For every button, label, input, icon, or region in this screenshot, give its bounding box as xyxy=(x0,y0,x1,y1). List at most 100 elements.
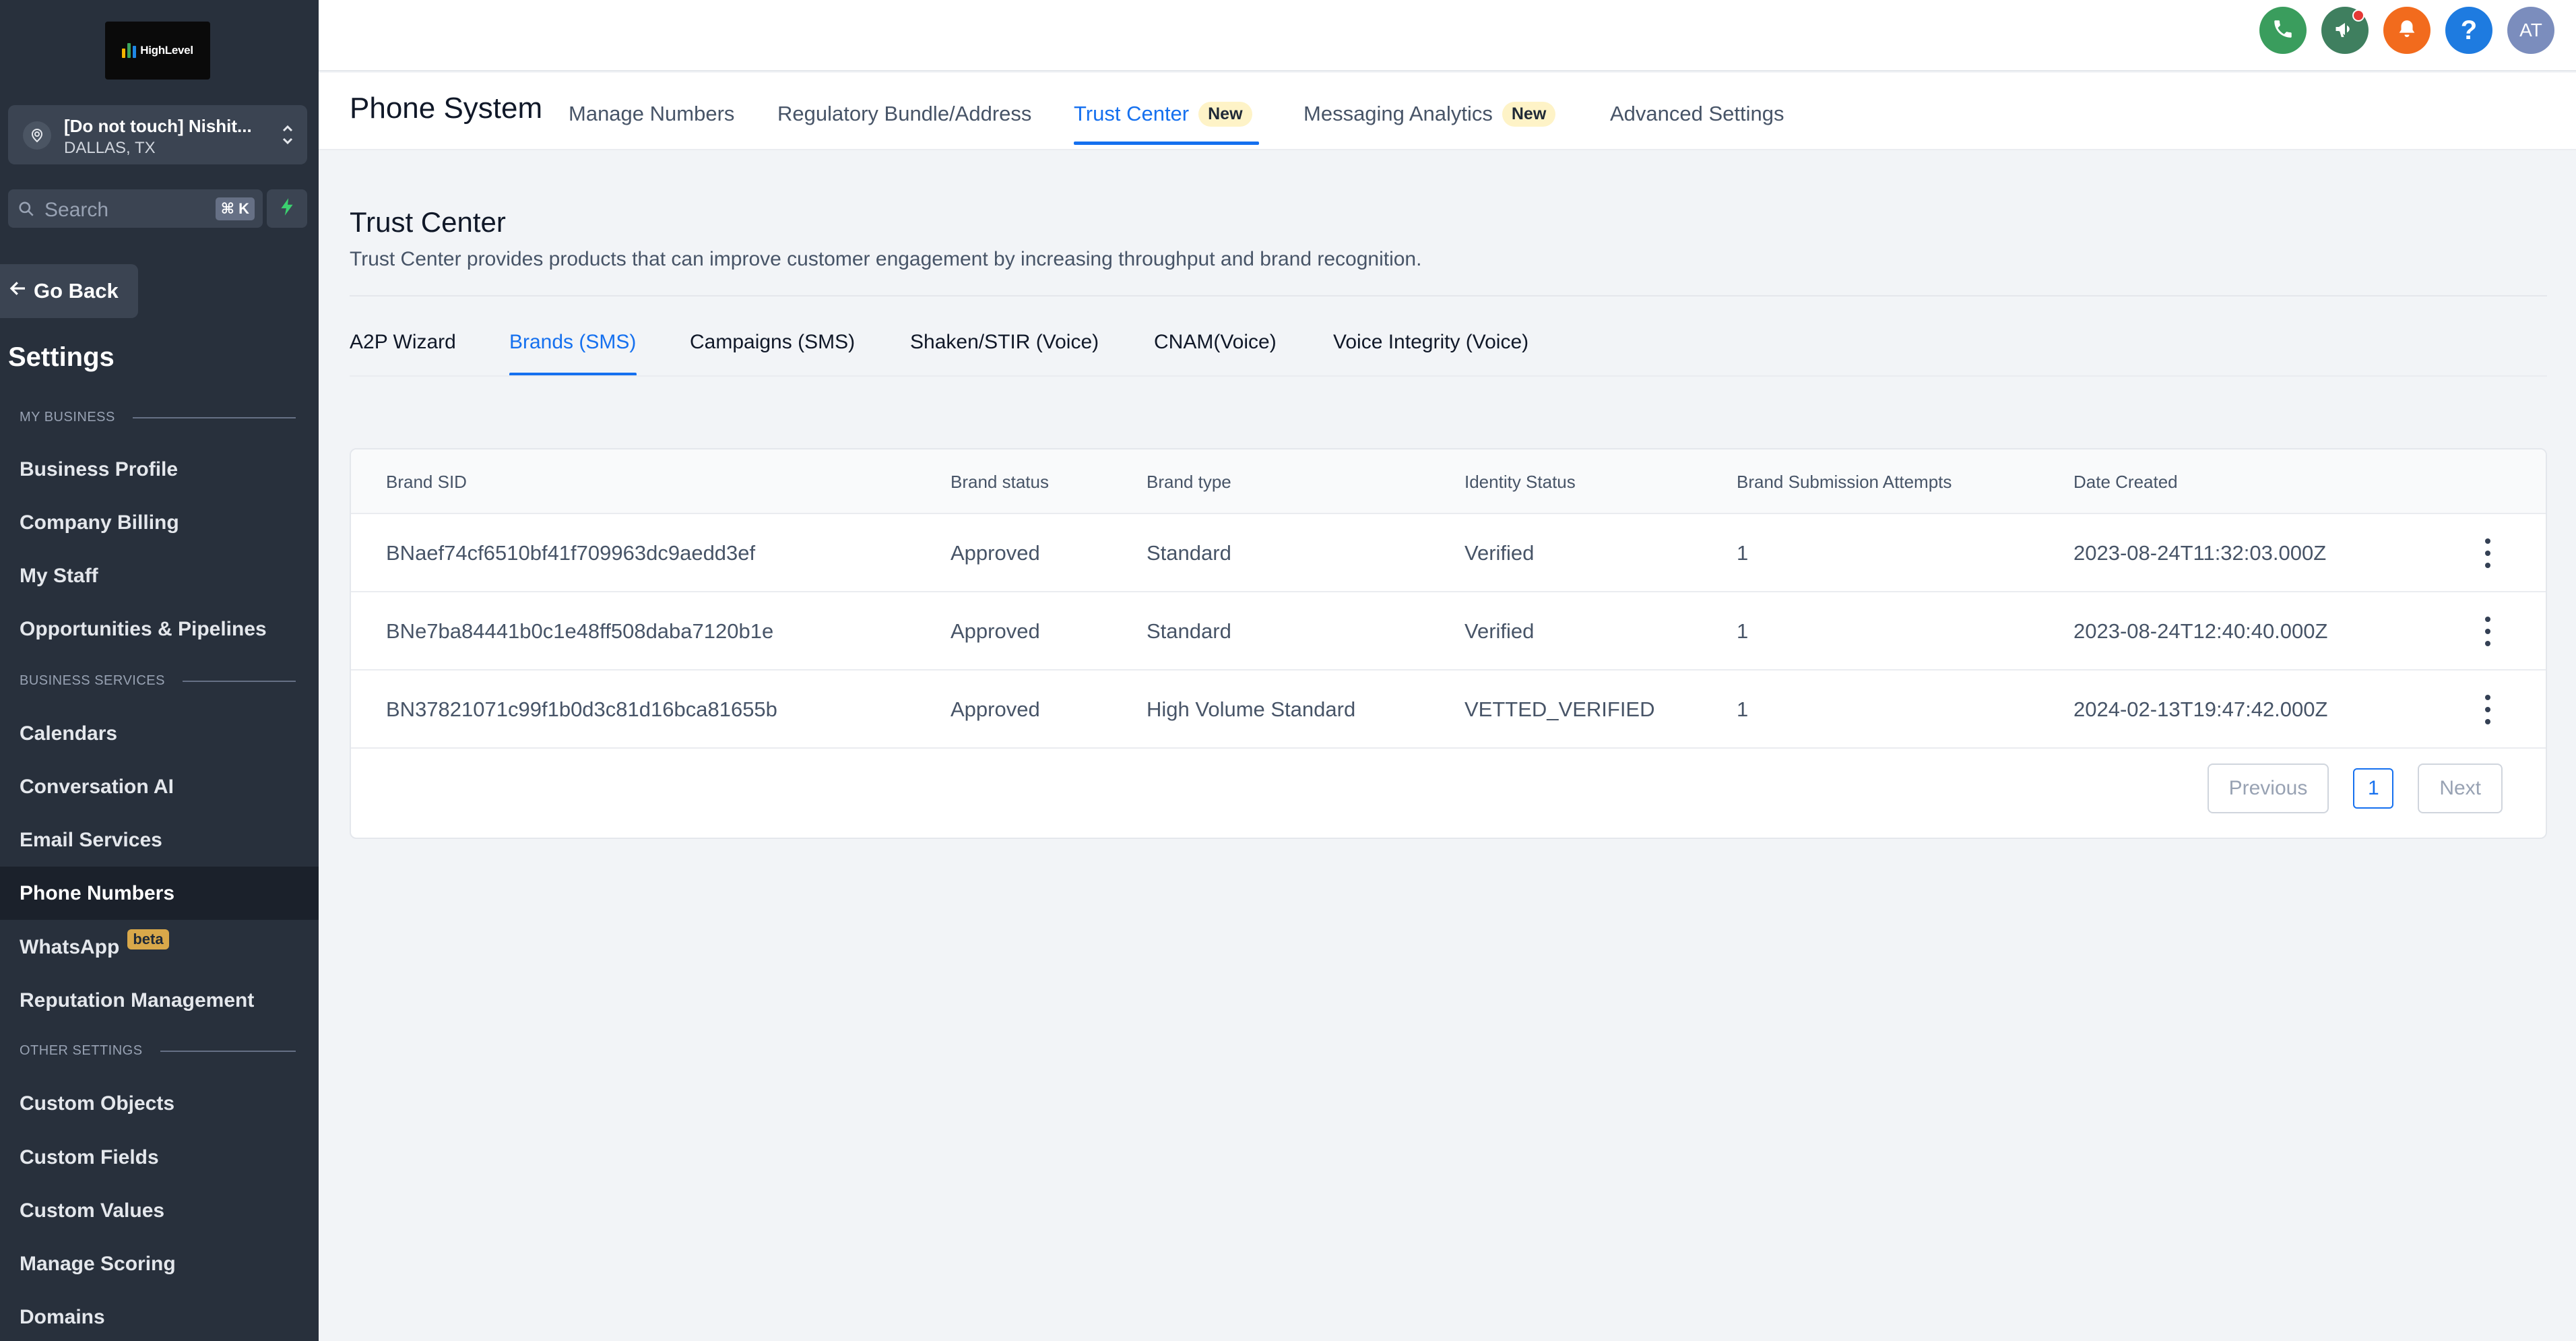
cell-brand-status: Approved xyxy=(951,541,1040,565)
bell-icon xyxy=(2395,18,2418,44)
sidebar-item-conversation-ai[interactable]: Conversation AI xyxy=(0,760,319,813)
sidebar-item-custom-values[interactable]: Custom Values xyxy=(0,1184,319,1237)
sidebar-item-label: WhatsApp xyxy=(20,935,120,958)
subtab-campaigns-sms[interactable]: Campaigns (SMS) xyxy=(690,331,855,354)
sidebar-item-domains[interactable]: Domains xyxy=(0,1290,319,1341)
more-options-icon[interactable] xyxy=(2481,617,2494,646)
sidebar-item-company-billing[interactable]: Company Billing xyxy=(0,496,319,549)
divider xyxy=(350,375,2547,377)
chevron-up-down-icon xyxy=(280,120,295,153)
sidebar-item-email-services[interactable]: Email Services xyxy=(0,813,319,867)
active-tab-indicator xyxy=(1074,142,1259,145)
subtab-voice-integrity[interactable]: Voice Integrity (Voice) xyxy=(1333,331,1528,354)
help-icon: ? xyxy=(2460,15,2478,45)
sidebar-item-my-staff[interactable]: My Staff xyxy=(0,549,319,602)
trust-center-description: Trust Center provides products that can … xyxy=(350,248,1422,270)
tab-advanced-settings[interactable]: Advanced Settings xyxy=(1610,100,1784,128)
more-options-icon[interactable] xyxy=(2481,538,2494,568)
notification-dot xyxy=(2352,9,2364,22)
subtab-cnam[interactable]: CNAM(Voice) xyxy=(1154,331,1277,354)
announcements-button[interactable] xyxy=(2321,7,2369,54)
trust-center-title: Trust Center xyxy=(350,206,506,238)
sidebar-item-manage-scoring[interactable]: Manage Scoring xyxy=(0,1237,319,1290)
settings-title: Settings xyxy=(8,342,115,372)
search-icon xyxy=(18,200,35,221)
top-bar: ? AT xyxy=(319,0,2576,71)
search-placeholder: Search xyxy=(44,199,109,221)
cell-brand-status: Approved xyxy=(951,619,1040,643)
cell-brand-type: Standard xyxy=(1147,541,1231,565)
cell-brand-sid: BN37821071c99f1b0d3c81d16bca81655b xyxy=(386,697,777,721)
section-heading-other-settings: OTHER SETTINGS xyxy=(20,1043,296,1059)
cell-brand-type: High Volume Standard xyxy=(1147,697,1356,721)
sidebar-item-calendars[interactable]: Calendars xyxy=(0,707,319,760)
beta-badge: beta xyxy=(127,929,169,949)
logo-bars-icon xyxy=(122,43,137,58)
cell-brand-type: Standard xyxy=(1147,619,1231,643)
cell-date-created: 2023-08-24T12:40:40.000Z xyxy=(2073,619,2328,643)
table-header: Brand SID Brand status Brand type Identi… xyxy=(351,449,2546,514)
table-row[interactable]: BNaef74cf6510bf41f709963dc9aedd3ef Appro… xyxy=(351,514,2546,592)
quick-actions-button[interactable] xyxy=(267,189,307,228)
subtab-a2p-wizard[interactable]: A2P Wizard xyxy=(350,331,456,354)
cell-date-created: 2023-08-24T11:32:03.000Z xyxy=(2073,541,2327,565)
account-location: DALLAS, TX xyxy=(64,139,156,157)
avatar[interactable]: AT xyxy=(2507,7,2554,54)
column-header-date-created[interactable]: Date Created xyxy=(2073,472,2178,493)
search-shortcut: ⌘ K xyxy=(215,197,255,220)
phone-system-nav: Phone System Manage Numbers Regulatory B… xyxy=(319,73,2576,150)
cell-submission-attempts: 1 xyxy=(1737,697,1749,721)
notifications-button[interactable] xyxy=(2383,7,2430,54)
megaphone-icon xyxy=(2333,17,2357,44)
go-back-label: Go Back xyxy=(34,279,119,303)
previous-page-button[interactable]: Previous xyxy=(2207,763,2329,813)
location-pin-icon xyxy=(23,121,51,150)
sidebar-item-phone-numbers[interactable]: Phone Numbers xyxy=(0,867,319,920)
sidebar-item-business-profile[interactable]: Business Profile xyxy=(0,443,319,496)
section-heading-business-services: BUSINESS SERVICES xyxy=(20,673,296,689)
table-row[interactable]: BNe7ba84441b0c1e48ff508daba7120b1e Appro… xyxy=(351,592,2546,670)
more-options-icon[interactable] xyxy=(2481,695,2494,724)
pagination: Previous 1 Next xyxy=(2207,763,2503,813)
sidebar-item-reputation-management[interactable]: Reputation Management xyxy=(0,974,319,1027)
go-back-button[interactable]: Go Back xyxy=(0,264,138,318)
page-number-button[interactable]: 1 xyxy=(2353,768,2394,809)
divider xyxy=(350,295,2547,297)
phone-button[interactable] xyxy=(2259,7,2307,54)
sidebar-item-custom-fields[interactable]: Custom Fields xyxy=(0,1131,319,1184)
section-heading-my-business: MY BUSINESS xyxy=(20,410,296,425)
lightning-icon xyxy=(278,197,296,220)
logo-text: HighLevel xyxy=(140,44,193,57)
sidebar-item-opportunities-pipelines[interactable]: Opportunities & Pipelines xyxy=(0,602,319,656)
cell-brand-status: Approved xyxy=(951,697,1040,721)
tab-messaging-analytics[interactable]: Messaging Analytics New xyxy=(1303,100,1556,128)
sidebar: HighLevel [Do not touch] Nishit... DALLA… xyxy=(0,0,319,1341)
tab-manage-numbers[interactable]: Manage Numbers xyxy=(569,100,734,128)
tab-trust-center[interactable]: Trust Center New xyxy=(1074,100,1252,128)
column-header-identity-status[interactable]: Identity Status xyxy=(1464,472,1576,493)
arrow-left-icon xyxy=(8,278,28,304)
column-header-brand-status[interactable]: Brand status xyxy=(951,472,1049,493)
help-button[interactable]: ? xyxy=(2445,7,2492,54)
phone-icon xyxy=(2272,18,2294,44)
cell-date-created: 2024-02-13T19:47:42.000Z xyxy=(2073,697,2328,721)
sidebar-item-custom-objects[interactable]: Custom Objects xyxy=(0,1077,319,1130)
cell-brand-sid: BNaef74cf6510bf41f709963dc9aedd3ef xyxy=(386,541,756,565)
subtab-brands-sms[interactable]: Brands (SMS) xyxy=(509,331,636,354)
brand-logo[interactable]: HighLevel xyxy=(105,22,210,80)
next-page-button[interactable]: Next xyxy=(2418,763,2503,813)
account-switcher[interactable]: [Do not touch] Nishit... DALLAS, TX xyxy=(8,105,307,164)
page-title: Phone System xyxy=(350,92,543,125)
column-header-brand-type[interactable]: Brand type xyxy=(1147,472,1231,493)
subtab-shaken-stir[interactable]: Shaken/STIR (Voice) xyxy=(910,331,1099,354)
cell-identity-status: VETTED_VERIFIED xyxy=(1464,697,1655,721)
cell-submission-attempts: 1 xyxy=(1737,541,1749,565)
tab-regulatory-bundle[interactable]: Regulatory Bundle/Address xyxy=(777,100,1031,128)
sidebar-item-whatsapp[interactable]: WhatsApp beta xyxy=(0,921,319,974)
table-row[interactable]: BN37821071c99f1b0d3c81d16bca81655b Appro… xyxy=(351,670,2546,749)
search-input[interactable]: Search ⌘ K xyxy=(8,189,263,228)
column-header-submission-attempts[interactable]: Brand Submission Attempts xyxy=(1737,472,1952,493)
column-header-brand-sid[interactable]: Brand SID xyxy=(386,472,467,493)
new-badge: New xyxy=(1502,101,1556,127)
cell-identity-status: Verified xyxy=(1464,541,1535,565)
